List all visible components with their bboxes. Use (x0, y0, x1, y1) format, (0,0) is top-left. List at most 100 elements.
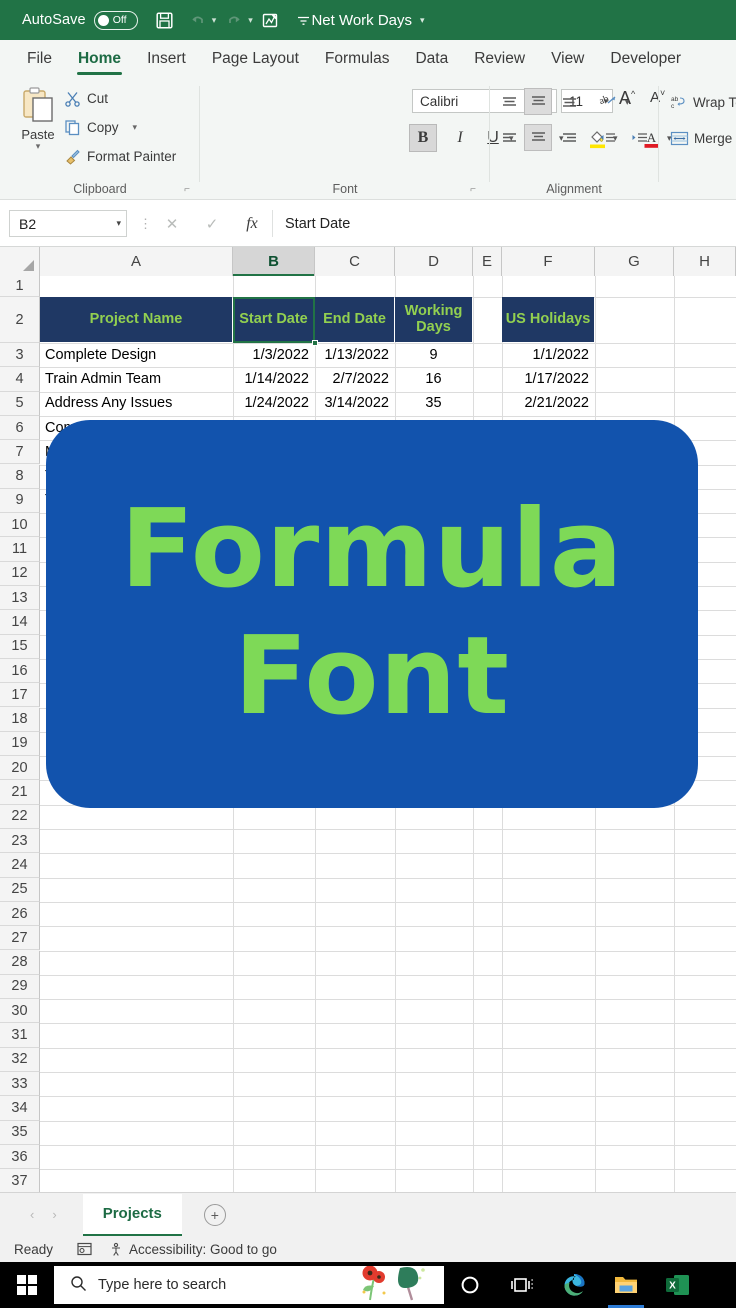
record-macro-icon[interactable] (77, 1242, 93, 1256)
insert-function-button[interactable]: fx (232, 210, 272, 237)
name-box[interactable]: B2 ▾ (9, 210, 127, 237)
row-header[interactable]: 17 (0, 683, 40, 708)
row-header[interactable]: 22 (0, 804, 40, 829)
redo-icon[interactable] (219, 5, 249, 35)
align-center-button[interactable] (524, 124, 552, 151)
table-cell[interactable]: 35 (395, 392, 472, 415)
row-header[interactable]: 20 (0, 756, 40, 781)
row-header[interactable]: 36 (0, 1144, 40, 1170)
column-header-b[interactable]: B (233, 247, 315, 276)
formula-bar-handle[interactable]: ⋮ (139, 216, 152, 232)
enter-button[interactable]: ✓ (192, 210, 232, 237)
column-header-f[interactable]: F (502, 247, 595, 276)
align-top-button[interactable] (496, 90, 522, 114)
previous-sheet-icon[interactable]: ‹ (30, 1207, 34, 1222)
table-cell[interactable]: 1/24/2022 (233, 392, 314, 415)
paste-caret[interactable]: ▾ (36, 142, 41, 151)
windows-start-icon[interactable] (0, 1262, 54, 1308)
row-header[interactable]: 9 (0, 488, 40, 514)
autosave-control[interactable]: AutoSave Off (22, 10, 138, 30)
orientation-button[interactable]: ab (594, 89, 622, 113)
row-header[interactable]: 11 (0, 537, 40, 562)
search-input[interactable]: Type here to search (54, 1266, 444, 1304)
microsoft-edge-icon[interactable] (548, 1262, 600, 1308)
decrease-indent-button[interactable] (594, 126, 620, 150)
row-header[interactable]: 14 (0, 610, 40, 635)
save-icon[interactable] (150, 5, 180, 35)
autosave-toggle[interactable]: Off (93, 10, 138, 30)
row-header[interactable]: 33 (0, 1072, 40, 1097)
italic-button[interactable]: I (446, 124, 474, 152)
table-cell[interactable]: 1/17/2022 (502, 367, 594, 390)
align-left-button[interactable] (496, 126, 522, 150)
table-cell[interactable]: 1/13/2022 (315, 343, 394, 366)
table-cell[interactable]: 9 (395, 343, 472, 366)
clipboard-dialog-launcher[interactable]: ⌐ (184, 184, 190, 195)
column-header-d[interactable]: D (395, 247, 473, 276)
table-header-cell[interactable]: End Date (315, 297, 394, 342)
increase-indent-button[interactable] (626, 126, 652, 150)
row-header[interactable]: 15 (0, 634, 40, 659)
align-bottom-button[interactable] (556, 90, 582, 114)
row-header[interactable]: 18 (0, 707, 40, 732)
row-header[interactable]: 29 (0, 974, 40, 1000)
cortana-icon[interactable] (444, 1262, 496, 1308)
cut-button[interactable]: Cut (64, 90, 108, 107)
wrap-text-button[interactable]: abc Wrap Text (670, 94, 736, 111)
column-header-c[interactable]: C (315, 247, 395, 276)
row-header[interactable]: 28 (0, 950, 40, 975)
align-middle-button[interactable] (524, 88, 552, 115)
row-header[interactable]: 27 (0, 926, 40, 951)
table-cell[interactable]: 16 (395, 367, 472, 390)
tab-page-layout[interactable]: Page Layout (199, 44, 312, 76)
tab-view[interactable]: View (538, 44, 597, 76)
row-header[interactable]: 12 (0, 561, 40, 586)
next-sheet-icon[interactable]: › (52, 1207, 56, 1222)
row-header[interactable]: 2 (0, 297, 40, 343)
cancel-button[interactable]: ✕ (152, 210, 192, 237)
row-header[interactable]: 4 (0, 367, 40, 392)
undo-icon[interactable] (183, 5, 213, 35)
merge-center-button[interactable]: Merge & (670, 130, 736, 147)
row-header[interactable]: 26 (0, 901, 40, 927)
copy-caret[interactable]: ▾ (133, 122, 138, 133)
redo-dropdown-caret[interactable]: ▾ (248, 15, 253, 26)
row-header[interactable]: 7 (0, 440, 40, 465)
column-header-g[interactable]: G (595, 247, 674, 276)
undo-dropdown-caret[interactable]: ▾ (212, 15, 217, 26)
add-sheet-button[interactable]: + (203, 1203, 226, 1226)
table-header-cell[interactable]: US Holidays (502, 297, 594, 342)
row-header[interactable]: 34 (0, 1096, 40, 1121)
row-header[interactable]: 32 (0, 1047, 40, 1072)
row-header[interactable]: 24 (0, 853, 40, 878)
paste-button[interactable]: Paste ▾ (10, 86, 66, 151)
accessibility-status[interactable]: Accessibility: Good to go (109, 1242, 277, 1257)
align-right-button[interactable] (556, 126, 582, 150)
row-header[interactable]: 31 (0, 1023, 40, 1048)
row-header[interactable]: 8 (0, 464, 40, 489)
table-cell[interactable]: Complete Design (40, 343, 232, 366)
select-all-button[interactable] (0, 247, 40, 276)
name-box-caret[interactable]: ▾ (116, 218, 121, 229)
row-header[interactable]: 35 (0, 1120, 40, 1145)
table-cell[interactable]: 1/3/2022 (233, 343, 314, 366)
row-header[interactable]: 30 (0, 999, 40, 1024)
fill-handle[interactable] (312, 340, 318, 346)
row-header[interactable]: 10 (0, 513, 40, 538)
table-cell[interactable]: 3/14/2022 (315, 392, 394, 415)
format-painter-button[interactable]: Format Painter (64, 148, 176, 165)
table-header-cell[interactable]: Working Days (395, 297, 472, 342)
column-header-e[interactable]: E (473, 247, 502, 276)
table-cell[interactable]: 2/7/2022 (315, 367, 394, 390)
bold-button[interactable]: B (409, 124, 437, 152)
formula-input[interactable]: Start Date (272, 210, 736, 237)
copy-button[interactable]: Copy ▾ (64, 119, 137, 136)
row-header[interactable]: 37 (0, 1169, 40, 1192)
row-header[interactable]: 19 (0, 731, 40, 757)
orientation-caret[interactable]: ▾ (625, 97, 630, 108)
row-header[interactable]: 16 (0, 658, 40, 684)
row-header[interactable]: 6 (0, 415, 40, 441)
table-cell[interactable]: 2/21/2022 (502, 392, 594, 415)
file-explorer-icon[interactable] (600, 1262, 652, 1308)
row-header[interactable]: 23 (0, 829, 40, 854)
